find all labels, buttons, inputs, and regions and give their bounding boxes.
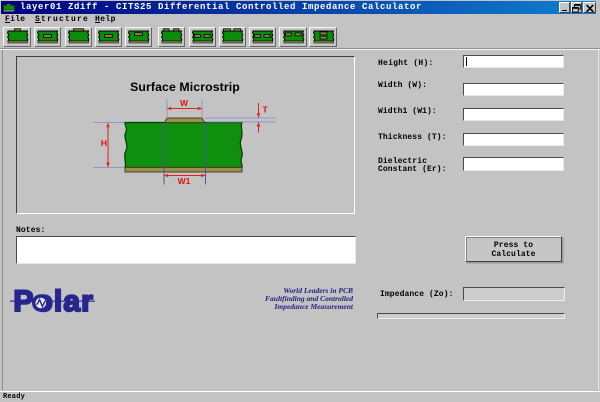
svg-text:Polar: Polar: [13, 285, 94, 316]
svg-text:W1: W1: [178, 176, 191, 186]
svg-text:W: W: [180, 98, 189, 108]
svg-text:T: T: [263, 105, 269, 115]
svg-text:H: H: [101, 138, 107, 148]
